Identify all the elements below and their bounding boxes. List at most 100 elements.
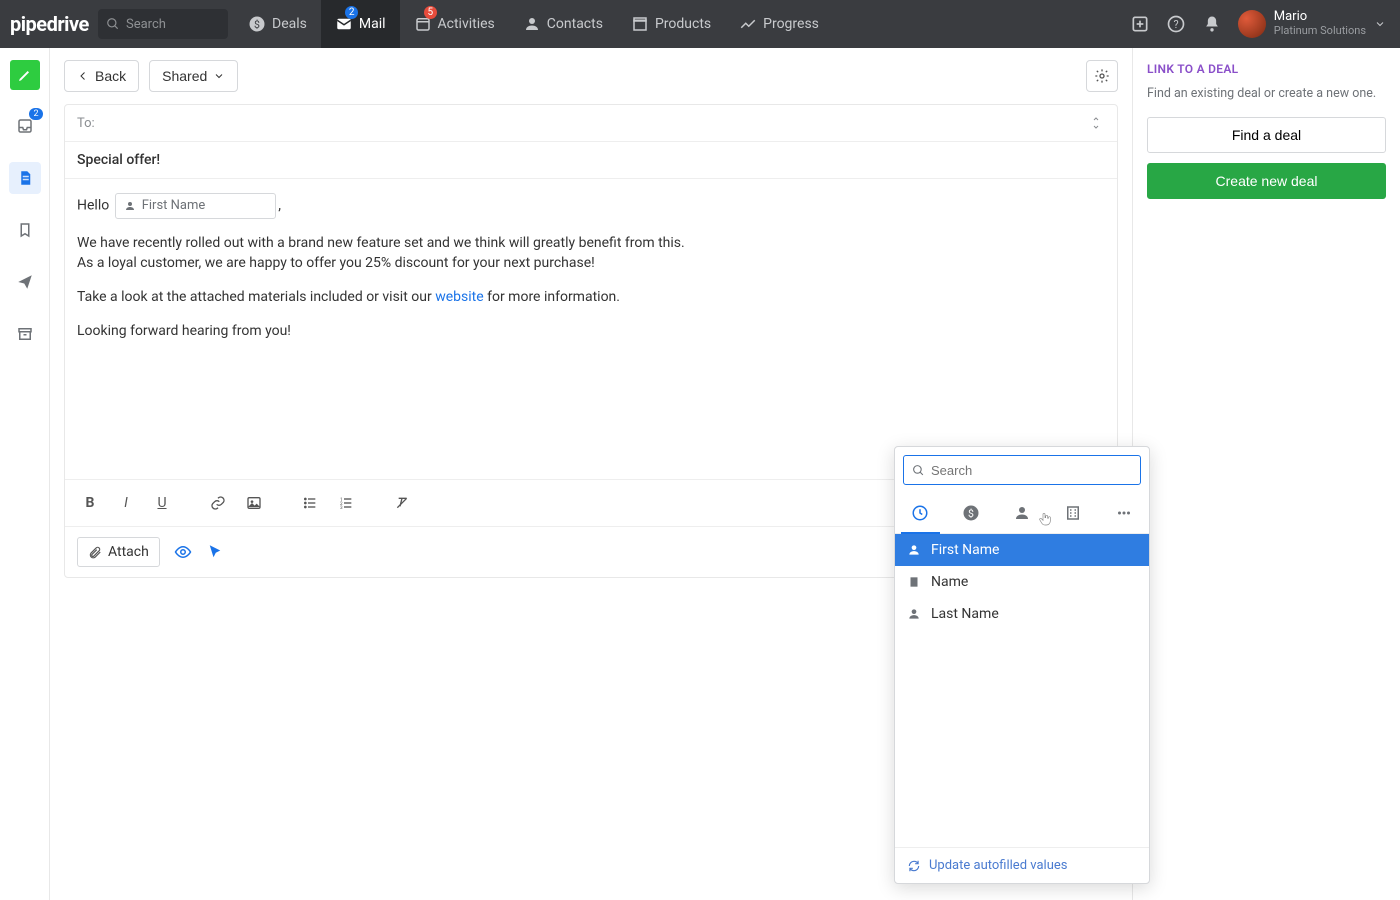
file-icon [16,169,34,187]
ol-button[interactable]: 123 [333,490,359,516]
sidebar-templates[interactable] [9,214,41,246]
body-line1: We have recently rolled out with a brand… [77,233,1105,253]
sidebar-inbox[interactable]: 2 [9,110,41,142]
link-button[interactable] [205,490,231,516]
nav-activities-label: Activities [438,16,495,32]
archive-icon [16,325,34,343]
field-item-name[interactable]: Name [895,566,1149,598]
sidebar-drafts[interactable] [9,162,41,194]
fields-tab-deal[interactable]: $ [946,493,997,533]
compose-button[interactable] [10,60,40,90]
send-icon [16,273,34,291]
person-icon [523,15,541,33]
merge-field-first-name[interactable]: First Name [115,193,277,219]
sidebar-archive[interactable] [9,318,41,350]
chevron-down-icon [213,70,225,82]
activities-badge: 5 [424,6,438,19]
bell-icon[interactable] [1202,14,1222,34]
merge-field-label: First Name [142,196,206,216]
progress-icon [739,15,757,33]
svg-text:3: 3 [340,505,343,511]
website-link[interactable]: website [435,289,483,305]
building-icon [1064,504,1082,522]
find-deal-button[interactable]: Find a deal [1147,117,1386,153]
ul-button[interactable] [297,490,323,516]
nav-contacts-label: Contacts [547,16,603,32]
right-panel: LINK TO A DEAL Find an existing deal or … [1132,48,1400,900]
italic-button[interactable]: I [113,490,139,516]
nav-contacts[interactable]: Contacts [509,0,617,48]
subject-field[interactable]: Special offer! [65,142,1117,179]
person-icon [907,543,921,557]
update-autofilled-button[interactable]: Update autofilled values [895,847,1149,883]
field-item-label: Last Name [931,606,999,622]
top-nav: pipedrive Search $ Deals 2 Mail 5 Activi… [0,0,1400,48]
field-item-label: First Name [931,542,999,558]
attach-button[interactable]: Attach [77,537,160,567]
nav-mail-label: Mail [359,16,386,32]
chevron-left-icon [77,70,89,82]
create-deal-button[interactable]: Create new deal [1147,163,1386,199]
recipient-stepper[interactable] [1087,115,1105,131]
nav-products[interactable]: Products [617,0,725,48]
field-item-last-name[interactable]: Last Name [895,598,1149,630]
bold-button[interactable]: B [77,490,103,516]
visibility-icon[interactable] [174,543,192,561]
fields-search[interactable] [903,455,1141,485]
settings-button[interactable] [1086,60,1118,92]
body-line3b: for more information. [484,289,620,305]
link-deal-title: LINK TO A DEAL [1147,62,1386,76]
user-menu[interactable]: Mario Platinum Solutions [1238,10,1386,38]
global-search[interactable]: Search [98,9,228,39]
add-icon[interactable] [1130,14,1150,34]
chevron-down-icon [1091,123,1101,131]
nav-products-label: Products [655,16,711,32]
body-line4: Looking forward hearing from you! [77,321,1105,341]
nav-activities[interactable]: 5 Activities [400,0,509,48]
pencil-icon [17,67,33,83]
user-org: Platinum Solutions [1274,24,1366,38]
fields-search-input[interactable] [931,463,1132,478]
link-icon [210,495,226,511]
body-line3a: Take a look at the attached materials in… [77,289,435,305]
brand-logo: pipedrive [0,12,94,36]
nav-items: $ Deals 2 Mail 5 Activities Contacts Pro… [234,0,833,48]
nav-mail[interactable]: 2 Mail [321,0,400,48]
mail-badge: 2 [345,6,359,19]
inbox-badge: 2 [29,108,42,120]
fields-tabs: $ [895,493,1149,534]
email-body[interactable]: Hello First Name , We have recently roll… [65,179,1117,479]
nav-deals[interactable]: $ Deals [234,0,321,48]
sidebar-sent[interactable] [9,266,41,298]
body-line2: As a loyal customer, we are happy to off… [77,253,1105,273]
field-item-first-name[interactable]: First Name [895,534,1149,566]
building-icon [907,575,921,589]
nav-progress[interactable]: Progress [725,0,833,48]
nav-deals-label: Deals [272,16,307,32]
to-row[interactable]: To: [65,105,1117,142]
gear-icon [1094,68,1110,84]
image-button[interactable] [241,490,267,516]
chevron-up-icon [1091,115,1101,123]
main-column: Back Shared To: Special offer! [50,48,1132,900]
body-hello: Hello [77,198,109,214]
back-button[interactable]: Back [64,60,139,92]
shared-dropdown[interactable]: Shared [149,60,238,92]
help-icon[interactable]: ? [1166,14,1186,34]
more-icon [1115,504,1133,522]
fields-tab-org[interactable] [1047,493,1098,533]
fields-tab-more[interactable] [1098,493,1149,533]
cursor-icon[interactable] [206,543,224,561]
left-sidebar: 2 [0,48,50,900]
underline-button[interactable]: U [149,490,175,516]
clear-format-button[interactable] [389,490,415,516]
avatar [1238,10,1266,38]
fields-tab-recent[interactable] [895,493,946,533]
list-ul-icon [302,495,318,511]
attachment-icon [88,545,102,559]
refresh-icon [907,859,921,873]
person-icon [124,200,136,212]
fields-tab-person[interactable] [997,493,1048,533]
search-icon [106,17,120,31]
back-label: Back [95,68,126,84]
